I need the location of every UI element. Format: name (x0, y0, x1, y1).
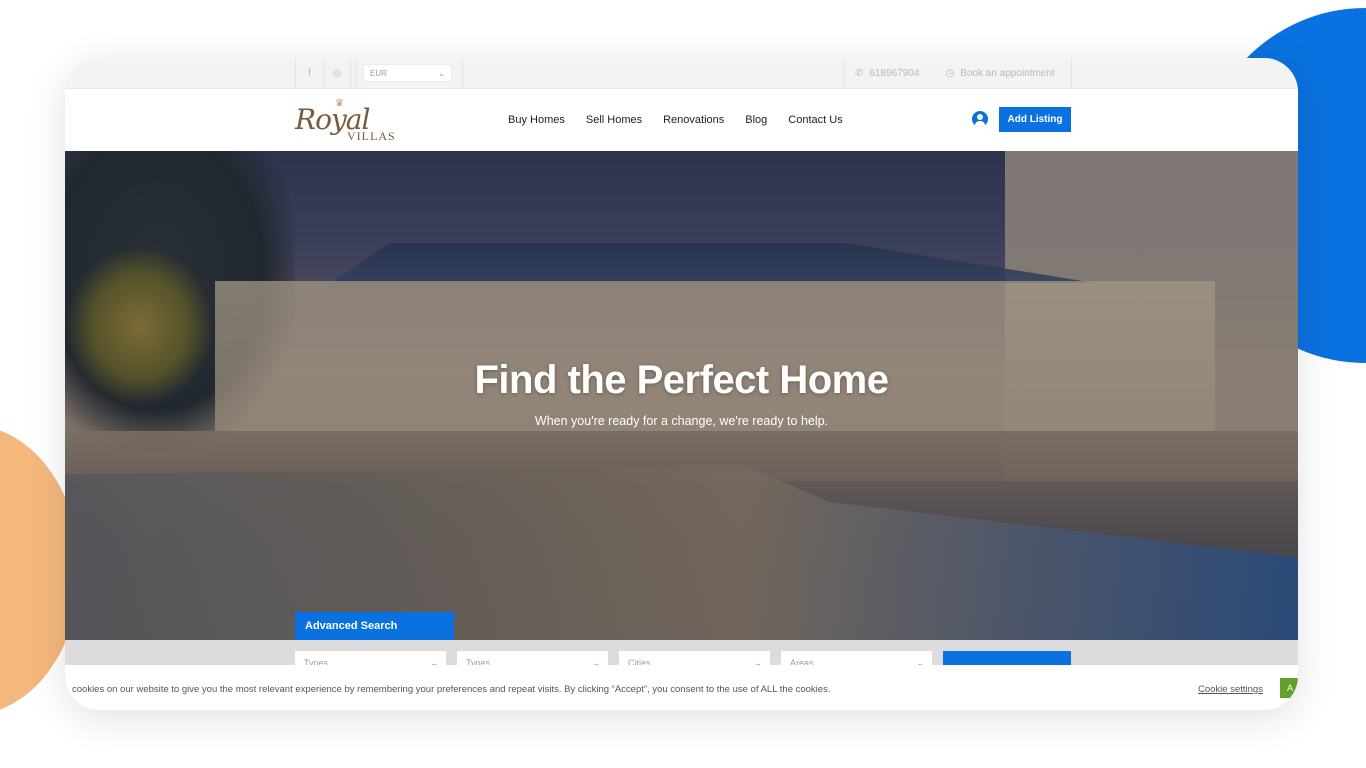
main-nav: Buy Homes Sell Homes Renovations Blog Co… (508, 89, 843, 151)
book-appointment-link[interactable]: Book an appointment (960, 68, 1055, 79)
cookie-message: cookies on our website to give you the m… (72, 684, 831, 695)
nav-buy-homes[interactable]: Buy Homes (508, 114, 565, 126)
chevron-down-icon: ⌄ (438, 68, 445, 78)
instagram-icon: ◎ (332, 68, 342, 79)
hero-subtitle: When you're ready for a change, we're re… (534, 414, 829, 428)
nav-blog[interactable]: Blog (745, 114, 767, 126)
add-listing-button[interactable]: Add Listing (999, 107, 1071, 132)
logo-text-villas: VILLAS (347, 129, 396, 143)
browser-frame: f ◎ EUR ⌄ ✆ 618967904 ◷ Book an appointm… (65, 58, 1298, 710)
page: f ◎ EUR ⌄ ✆ 618967904 ◷ Book an appointm… (0, 0, 1366, 768)
nav-sell-homes[interactable]: Sell Homes (586, 114, 642, 126)
site-header: ♛ Royal VILLAS Buy Homes Sell Homes Reno… (65, 89, 1298, 151)
whatsapp-icon: ✆ (855, 68, 864, 79)
accept-cookies-button[interactable]: A (1280, 678, 1298, 698)
cookie-settings-link[interactable]: Cookie settings (1198, 684, 1263, 695)
top-bar: f ◎ EUR ⌄ ✆ 618967904 ◷ Book an appointm… (65, 58, 1298, 89)
nav-contact-us[interactable]: Contact Us (788, 114, 842, 126)
advanced-search-tab[interactable]: Advanced Search (295, 612, 454, 640)
facebook-link[interactable]: f (295, 58, 323, 89)
phone-number[interactable]: 618967904 (869, 68, 919, 79)
currency-select[interactable]: EUR ⌄ (363, 64, 452, 82)
user-account-icon[interactable] (972, 111, 988, 127)
contact-info: ✆ 618967904 ◷ Book an appointment (844, 58, 1072, 89)
cookie-banner: cookies on our website to give you the m… (65, 665, 1298, 710)
facebook-icon: f (308, 68, 311, 79)
instagram-link[interactable]: ◎ (323, 58, 351, 89)
logo[interactable]: ♛ Royal VILLAS (295, 97, 405, 145)
currency-value: EUR (370, 68, 387, 78)
hero-title: Find the Perfect Home (474, 358, 889, 402)
hero-section: Find the Perfect Home When you're ready … (65, 151, 1298, 640)
clock-icon: ◷ (945, 68, 955, 79)
nav-renovations[interactable]: Renovations (663, 114, 724, 126)
